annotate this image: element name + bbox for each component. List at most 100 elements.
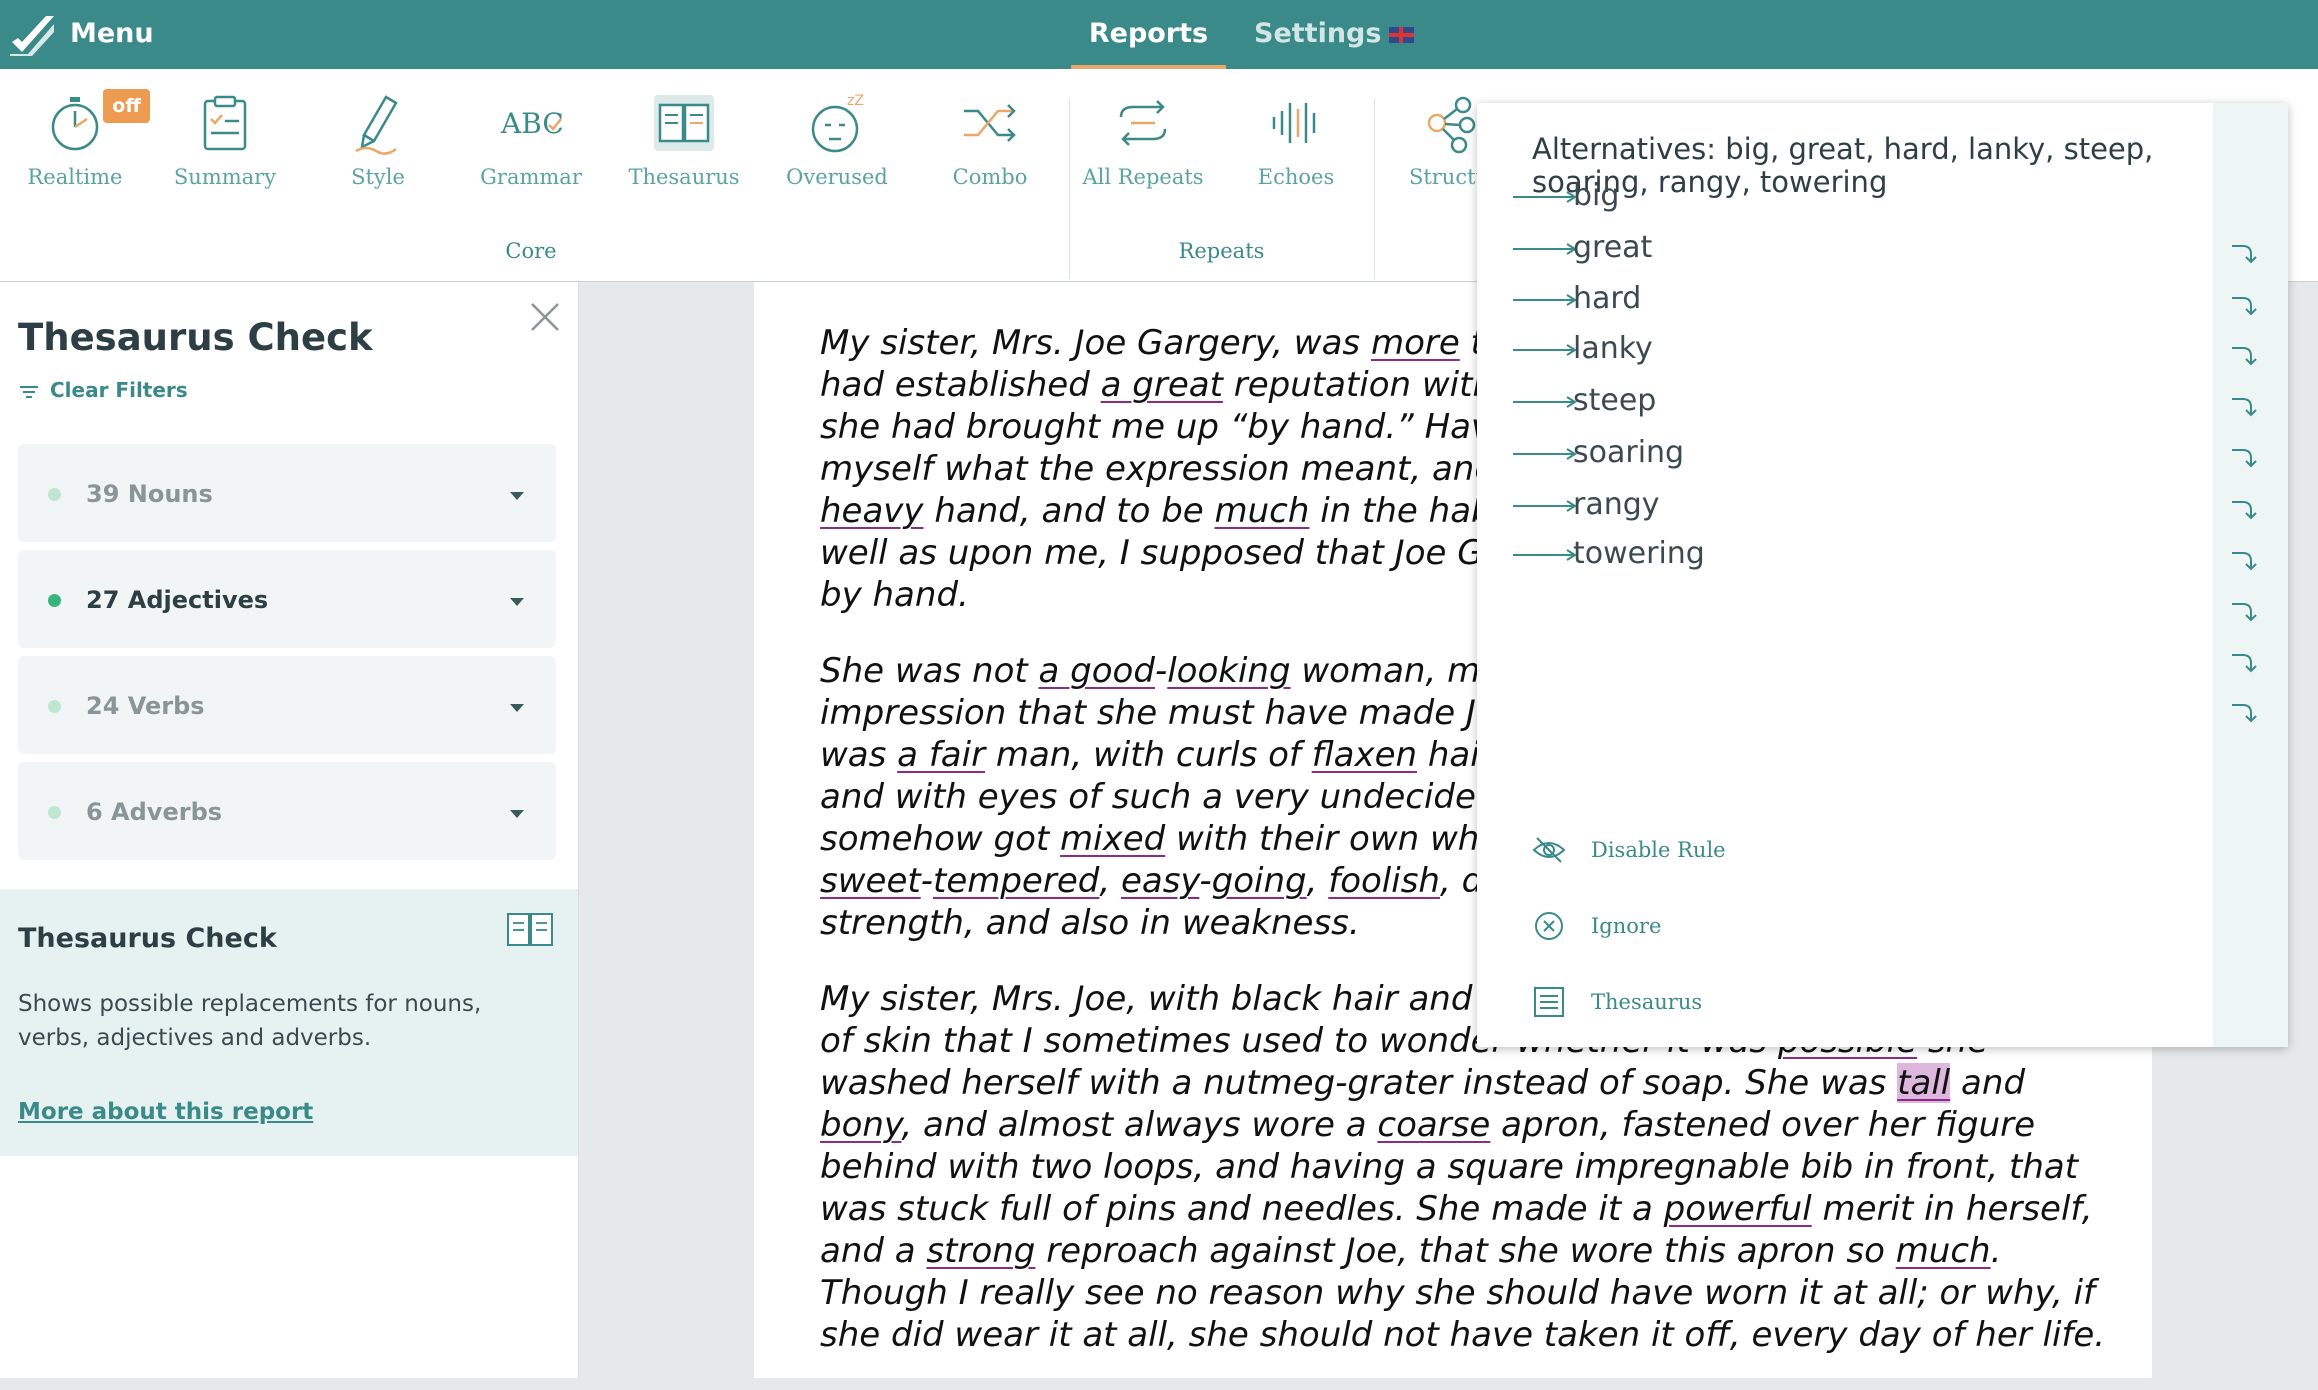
filter-adjectives[interactable]: 27 Adjectives <box>18 550 556 648</box>
apply-replacement-icon[interactable] <box>2229 444 2259 470</box>
tool-echoes[interactable]: Echoes <box>1221 91 1371 189</box>
alternatives-popup: Alternatives: big, great, hard, lanky, s… <box>1477 103 2288 1047</box>
clipboard-icon <box>203 95 247 151</box>
arrow-right-icon <box>1513 549 1577 561</box>
apply-replacement-icon[interactable] <box>2229 598 2259 624</box>
flagged-word[interactable]: mixed <box>1060 819 1165 859</box>
alternative-word: soaring <box>1573 435 1685 470</box>
sound-wave-icon <box>1272 103 1316 143</box>
flagged-word[interactable]: powerful <box>1664 1189 1812 1229</box>
tool-combo[interactable]: Combo <box>915 91 1065 189</box>
panel-title: Thesaurus Check <box>18 316 373 359</box>
flagged-word[interactable]: foolish <box>1328 861 1440 901</box>
disable-rule-button[interactable]: Disable Rule <box>1531 830 2131 870</box>
text-run: hand, and to be <box>923 491 1215 531</box>
more-about-report-link[interactable]: More about this report <box>18 1099 313 1125</box>
arrow-right-icon <box>1513 294 1577 306</box>
flagged-word[interactable]: going <box>1212 861 1307 901</box>
alternative-row[interactable]: soaring <box>1513 425 2213 485</box>
alternative-row[interactable]: towering <box>1513 526 2213 586</box>
chevron-down-icon[interactable] <box>510 810 524 818</box>
alternative-row[interactable]: lanky <box>1513 321 2213 381</box>
apply-replacement-icon[interactable] <box>2229 240 2259 266</box>
filter-label: 24 Verbs <box>86 692 205 720</box>
tool-realtime-label: Realtime <box>27 165 123 189</box>
tab-settings-label: Settings <box>1254 18 1382 49</box>
tab-reports[interactable]: Reports <box>1071 0 1226 69</box>
tab-settings[interactable]: Settings <box>1254 0 1415 69</box>
flagged-word[interactable]: strong <box>926 1231 1035 1271</box>
flagged-word[interactable]: a good <box>1039 651 1155 691</box>
filter-dot <box>48 806 61 819</box>
clear-filters-label: Clear Filters <box>50 378 188 402</box>
flagged-word[interactable]: looking <box>1167 651 1290 691</box>
apply-replacement-icon[interactable] <box>2229 496 2259 522</box>
flagged-word[interactable]: a fair <box>897 735 985 775</box>
flagged-word[interactable]: heavy <box>820 491 924 531</box>
arrow-right-icon <box>1513 500 1577 512</box>
tool-combo-label: Combo <box>952 165 1028 189</box>
arrow-right-icon <box>1513 243 1577 255</box>
text-run: she did wear it at all, she should not h… <box>820 1315 2106 1355</box>
ignore-button[interactable]: Ignore <box>1531 906 2131 946</box>
text-run: had established <box>820 365 1101 405</box>
apply-replacement-icon[interactable] <box>2229 342 2259 368</box>
chevron-down-icon[interactable] <box>510 598 524 606</box>
menu-button[interactable]: Menu <box>70 18 154 49</box>
filter-verbs[interactable]: 24 Verbs <box>18 656 556 754</box>
apply-replacement-icon[interactable] <box>2229 547 2259 573</box>
flagged-word[interactable]: flaxen <box>1312 735 1417 775</box>
flagged-word[interactable]: more <box>1371 323 1460 363</box>
apply-replacement-icon[interactable] <box>2229 649 2259 675</box>
tool-grammar[interactable]: ABC Grammar <box>456 91 606 189</box>
text-run: , and almost always wore a <box>901 1105 1378 1145</box>
text-run: man, with curls of <box>985 735 1312 775</box>
flagged-word[interactable]: easy <box>1121 861 1199 901</box>
apply-replacement-icon[interactable] <box>2229 699 2259 725</box>
tool-summary[interactable]: Summary <box>150 91 300 189</box>
app-logo-icon[interactable] <box>8 12 58 58</box>
filter-dot <box>48 700 61 713</box>
open-book-icon <box>507 913 553 946</box>
flagged-word[interactable]: tempered <box>933 861 1099 901</box>
text-run: , <box>1306 861 1329 901</box>
text-run: Though I really see no reason why she sh… <box>820 1273 2096 1313</box>
clear-filters-button[interactable]: Clear Filters <box>18 378 188 402</box>
thesaurus-button[interactable]: Thesaurus <box>1531 982 2131 1022</box>
text-run: reproach against Joe, that she wore this… <box>1035 1231 1896 1271</box>
chevron-down-icon[interactable] <box>510 492 524 500</box>
tool-all-repeats[interactable]: All Repeats <box>1068 91 1218 189</box>
flagged-word[interactable]: bony <box>820 1105 901 1145</box>
chevron-down-icon[interactable] <box>510 704 524 712</box>
tool-style-label: Style <box>351 165 405 189</box>
filter-dot <box>48 488 61 501</box>
alternative-row[interactable]: steep <box>1513 373 2213 433</box>
text-run: apron, fastened over her figure <box>1490 1105 2036 1145</box>
text-run: washed herself with a nutmeg-grater inst… <box>820 1063 1898 1103</box>
close-icon[interactable] <box>528 300 562 334</box>
flagged-word[interactable]: sweet <box>820 861 921 901</box>
alternative-row[interactable]: big <box>1513 168 2213 228</box>
text-run: - <box>1154 651 1168 691</box>
selected-word[interactable]: tall <box>1897 1063 1951 1103</box>
toolbar-divider <box>1374 99 1375 279</box>
flagged-word[interactable]: a great <box>1101 365 1223 405</box>
tool-thesaurus[interactable]: Thesaurus <box>609 91 759 189</box>
report-info-box: Thesaurus Check Shows possible replaceme… <box>0 889 578 1156</box>
flagged-word[interactable]: much <box>1215 491 1310 531</box>
apply-replacement-icon[interactable] <box>2229 393 2259 419</box>
filter-nouns[interactable]: 39 Nouns <box>18 444 556 542</box>
tool-realtime[interactable]: Realtime <box>0 91 150 189</box>
flagged-word[interactable]: much <box>1896 1231 1991 1271</box>
text-run: - <box>1199 861 1212 901</box>
flagged-word[interactable]: coarse <box>1377 1105 1490 1145</box>
tool-style[interactable]: Style <box>303 91 453 189</box>
svg-text:zZ: zZ <box>847 93 864 109</box>
alternative-word: great <box>1573 230 1653 265</box>
apply-replacement-icon[interactable] <box>2229 292 2259 318</box>
filter-adverbs[interactable]: 6 Adverbs <box>18 762 556 860</box>
shuffle-icon <box>964 104 1016 142</box>
tool-overused[interactable]: zZ Overused <box>762 91 912 189</box>
tool-thesaurus-label: Thesaurus <box>628 165 740 189</box>
tool-grammar-label: Grammar <box>480 165 582 189</box>
